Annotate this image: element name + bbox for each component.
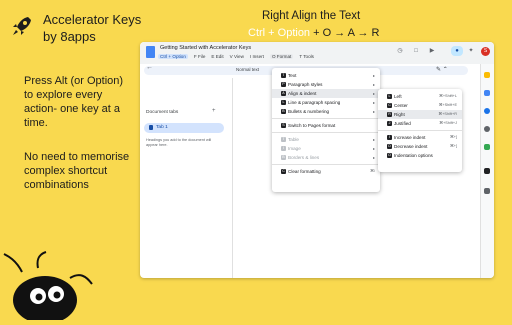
document-title[interactable]: Getting Started with Accelerator Keys — [160, 45, 251, 51]
menu-item-bullets[interactable]: B Bullets & numbering ▸ — [272, 107, 380, 116]
note-copy: No need to memorise complex shortcut com… — [24, 151, 130, 191]
increase-indent[interactable]: I Increase indent ⌘+] — [378, 133, 462, 142]
comment-icon[interactable]: □ — [412, 47, 420, 55]
docs-window: Getting Started with Accelerator Keys Ct… — [140, 42, 494, 278]
maps-icon[interactable] — [484, 144, 490, 150]
tab-1-label: Tab 1 — [156, 125, 168, 130]
shortcut-keys: O → A → R — [322, 27, 380, 39]
menu-item-text[interactable]: T Text ▸ — [272, 71, 380, 80]
menu-bar: Ctrl + Option F File E Edit V View I Ins… — [158, 54, 314, 59]
align-indent-submenu: L Left ⌘+Shift+L C Center ⌘+Shift+E R Right ⌘+… — [378, 89, 462, 172]
tab-hint: Headings you add to the document will ap… — [146, 138, 212, 147]
menu-item-clear-formatting[interactable]: C Clear formatting ⌘\ — [272, 167, 380, 176]
brand-title: Accelerator Keys — [43, 12, 142, 27]
menu-item-pages-format[interactable]: S Switch to Pages format — [272, 121, 380, 130]
menu-item-table[interactable]: T Table ▸ — [272, 135, 380, 144]
menu-item-paragraph-styles[interactable]: P Paragraph styles ▸ — [272, 80, 380, 89]
keep-icon[interactable] — [484, 72, 490, 78]
edit-mode-icon[interactable]: ✎ ⌃ — [436, 66, 448, 73]
avatar[interactable]: S — [481, 47, 490, 56]
menu-view[interactable]: V View — [230, 54, 244, 59]
menu-file[interactable]: F File — [194, 54, 205, 59]
bug-mascot-illustration — [0, 250, 110, 325]
menu-insert[interactable]: I Insert — [250, 54, 264, 59]
intro-copy: Press Alt (or Option) to explore every a… — [24, 75, 124, 129]
menu-item-align-indent[interactable]: A Align & indent ▸ — [272, 89, 380, 98]
headline: Right Align the Text — [262, 10, 361, 22]
indentation-options[interactable]: O Indentation options — [378, 151, 462, 160]
shortcut-plus: + — [310, 27, 323, 39]
share-icon[interactable]: ● — [451, 46, 463, 56]
menu-divider — [378, 130, 462, 131]
format-menu: T Text ▸ P Paragraph styles ▸ A Align & inden… — [272, 68, 380, 192]
menu-edit[interactable]: E Edit — [211, 54, 223, 59]
tasks-icon[interactable] — [484, 108, 490, 114]
menu-tools[interactable]: T Tools — [299, 54, 314, 59]
tab-icon — [149, 125, 153, 130]
align-right[interactable]: R Right ⌘+Shift+R — [378, 110, 462, 119]
shortcut-sequence: Ctrl + Option + O → A → R — [248, 27, 379, 39]
decrease-indent[interactable]: D Decrease indent ⌘+[ — [378, 142, 462, 151]
paragraph-style-select[interactable]: Normal text — [236, 67, 259, 72]
video-call-icon[interactable]: ▶ — [428, 47, 436, 55]
shortcut-prefix: Ctrl + Option — [248, 27, 311, 39]
docs-icon[interactable] — [146, 46, 155, 58]
align-justified[interactable]: J Justified ⌘+Shift+J — [378, 119, 462, 128]
rocket-icon — [10, 14, 36, 45]
document-tabs-label: Document tabs — [146, 110, 179, 115]
dollar-icon[interactable] — [484, 168, 490, 174]
menu-item-image[interactable]: I Image ▸ — [272, 144, 380, 153]
menu-item-borders[interactable]: B Borders & lines ▸ — [272, 153, 380, 162]
menu-item-line-spacing[interactable]: L Line & paragraph spacing ▸ — [272, 98, 380, 107]
gemini-icon[interactable]: ✦ — [467, 47, 475, 55]
align-left[interactable]: L Left ⌘+Shift+L — [378, 92, 462, 101]
menu-divider — [272, 118, 380, 119]
back-arrow-icon[interactable]: ← — [146, 64, 153, 71]
brand-subtitle: by 8apps — [43, 29, 96, 44]
accelerator-chip: Ctrl + Option — [158, 54, 188, 59]
contacts-icon[interactable] — [484, 126, 490, 132]
add-on-icon[interactable] — [484, 188, 490, 194]
align-center[interactable]: C Center ⌘+Shift+E — [378, 101, 462, 110]
page-edge — [232, 78, 233, 278]
menu-format[interactable]: O Format — [269, 54, 294, 59]
add-tab-button[interactable]: + — [212, 108, 216, 114]
history-icon[interactable]: ◷ — [396, 47, 404, 55]
menu-divider — [272, 132, 380, 133]
menu-divider — [272, 164, 380, 165]
calendar-icon[interactable] — [484, 90, 490, 96]
